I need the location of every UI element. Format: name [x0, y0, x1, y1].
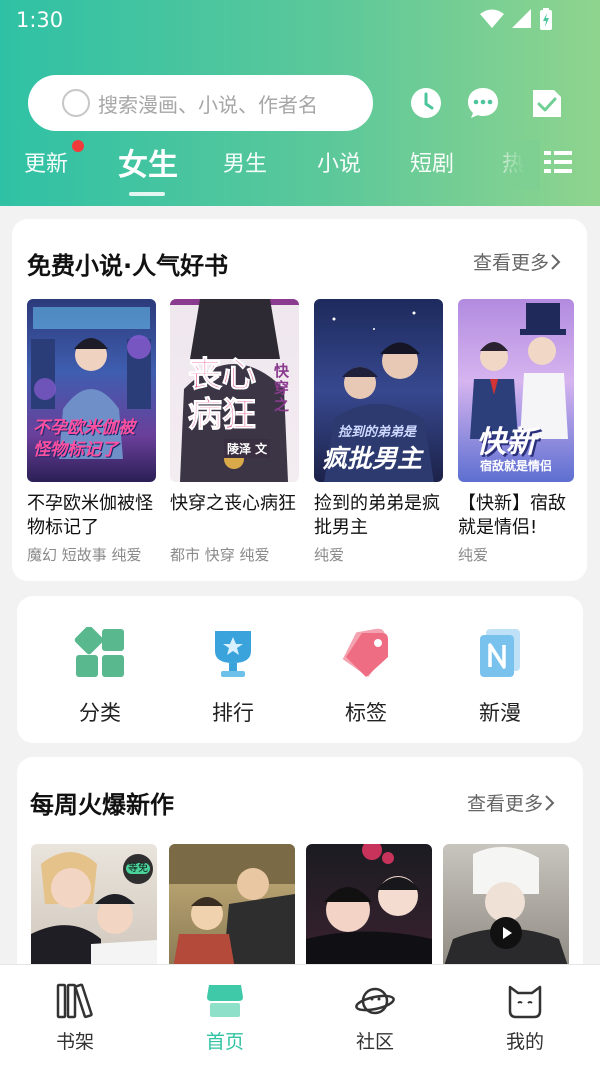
active-tab-indicator: [129, 192, 165, 196]
comic-cover[interactable]: [169, 844, 295, 969]
badge-label: 等免: [126, 863, 150, 874]
book-card[interactable]: 捡到的弟弟是 疯批男主 捡到的弟弟是疯批男主 纯爱: [314, 299, 444, 565]
battery-icon: [540, 8, 552, 30]
cover-title-text: 疯批男主: [322, 444, 423, 473]
category-tabs: 更新 女生 男生 小说 短剧 热: [0, 140, 600, 200]
quick-link-tags[interactable]: 标签: [306, 627, 426, 727]
checkin-icon[interactable]: [530, 86, 564, 120]
book-tags: 纯爱: [314, 546, 345, 564]
book-cover: 快新 宿敌就是情侣: [458, 299, 574, 482]
search-placeholder: 搜索漫画、小说、作者名: [98, 92, 318, 117]
free-novels-section: 免费小说·人气好书 查看更多 不孕欧米伽被怪物标记了 不孕欧米伽被怪物标记了 魔…: [12, 219, 587, 581]
comic-cover[interactable]: 等免: [31, 844, 157, 969]
history-clock-icon[interactable]: [409, 86, 443, 120]
tab-novel[interactable]: 小说: [317, 146, 361, 178]
nav-home[interactable]: 首页: [175, 983, 275, 1054]
book-tags: 都市 快穿 纯爱: [170, 546, 270, 564]
section-title: 每周火爆新作: [30, 791, 174, 819]
bookshelf-icon: [56, 983, 93, 1019]
nav-label: 首页: [205, 1031, 244, 1053]
tabs-fade: [490, 140, 540, 190]
top-header: 1:30 搜索漫画、小说、作者名 更新 女生 男生 小说 短剧 热: [0, 0, 600, 206]
nav-label: 我的: [505, 1031, 544, 1053]
comic-art: [169, 844, 295, 969]
search-bar[interactable]: 搜索漫画、小说、作者名: [28, 75, 373, 131]
cover-title-text: 丧心病狂: [188, 355, 257, 436]
signal-icon: [512, 9, 531, 28]
quick-link-label: 分类: [79, 701, 121, 725]
section-title: 免费小说·人气好书: [27, 252, 229, 280]
cover-title-text: 快新: [476, 425, 536, 460]
quick-link-ranking[interactable]: 排行: [173, 627, 293, 727]
nav-label: 社区: [355, 1031, 394, 1053]
planet-icon: [355, 987, 395, 1015]
book-card[interactable]: 不孕欧米伽被怪物标记了 不孕欧米伽被怪物标记了 魔幻 短故事 纯爱: [27, 299, 157, 565]
see-more-label: 查看更多: [467, 793, 544, 815]
new-comics-icon: [480, 629, 520, 677]
tab-female[interactable]: 女生: [118, 140, 178, 184]
see-more-label: 查看更多: [473, 252, 550, 274]
see-more-link[interactable]: 查看更多: [473, 248, 563, 275]
search-icon: [62, 89, 90, 117]
see-more-link[interactable]: 查看更多: [467, 789, 557, 816]
book-tags: 魔幻 短故事 纯爱: [27, 546, 142, 564]
cover-title-text: 不孕欧米伽被怪物标记了: [33, 418, 135, 460]
category-grid-icon: [74, 625, 124, 677]
nav-profile[interactable]: 我的: [475, 983, 575, 1054]
book-card[interactable]: 快新 宿敌就是情侣 【快新】宿敌就是情侣! 纯爱: [458, 299, 574, 565]
nav-community[interactable]: 社区: [325, 983, 425, 1054]
tag-icon: [342, 628, 389, 677]
trophy-icon: [215, 631, 251, 677]
book-card[interactable]: 丧心病狂 快穿之 陵泽 文 快穿之丧心病狂 都市 快穿 纯爱: [170, 299, 300, 565]
cover-subtitle-text: 快穿之: [274, 362, 290, 414]
quick-link-new-comics[interactable]: 新漫: [440, 627, 560, 727]
book-tags: 纯爱: [458, 546, 489, 564]
cover-subtitle-text: 捡到的弟弟是: [338, 425, 417, 440]
chevron-right-icon: [551, 253, 561, 270]
comic-art: [443, 846, 569, 969]
book-title: 捡到的弟弟是疯批男主: [314, 493, 440, 538]
bottom-navigation: 书架 首页 社区 我的: [0, 964, 600, 1066]
chevron-right-icon: [545, 794, 555, 811]
wifi-icon: [480, 9, 504, 28]
cover-subtitle-text: 宿敌就是情侣: [480, 459, 553, 473]
menu-list-icon[interactable]: [544, 150, 572, 174]
book-title: 【快新】宿敌就是情侣!: [458, 493, 566, 538]
comic-art: [306, 844, 432, 969]
book-title: 快穿之丧心病狂: [170, 493, 296, 514]
quick-link-label: 排行: [212, 701, 254, 725]
notification-dot: [72, 140, 84, 152]
cat-face-icon: [508, 985, 542, 1019]
cover-author-text: 陵泽 文: [224, 439, 271, 458]
tab-male[interactable]: 男生: [223, 146, 267, 178]
home-store-icon: [207, 985, 243, 1017]
nav-label: 书架: [55, 1031, 94, 1053]
quick-link-label: 标签: [345, 701, 387, 725]
play-button[interactable]: [490, 917, 522, 949]
status-time: 1:30: [16, 8, 64, 32]
book-cover: 捡到的弟弟是 疯批男主: [314, 299, 443, 482]
badge: 等免: [123, 854, 153, 884]
comic-cover[interactable]: [306, 844, 432, 969]
book-title: 不孕欧米伽被怪物标记了: [27, 493, 153, 538]
quick-link-label: 新漫: [479, 701, 521, 725]
status-icons: [480, 8, 552, 30]
nav-bookshelf[interactable]: 书架: [25, 983, 125, 1054]
book-cover: 丧心病狂 快穿之 陵泽 文: [170, 299, 299, 482]
message-icon[interactable]: [466, 86, 500, 120]
comic-cover[interactable]: [443, 844, 569, 969]
tab-short-drama[interactable]: 短剧: [410, 146, 454, 178]
book-cover: 不孕欧米伽被怪物标记了: [27, 299, 156, 482]
quick-link-category[interactable]: 分类: [40, 625, 160, 727]
play-icon: [503, 927, 512, 939]
tab-updates[interactable]: 更新: [24, 146, 68, 178]
